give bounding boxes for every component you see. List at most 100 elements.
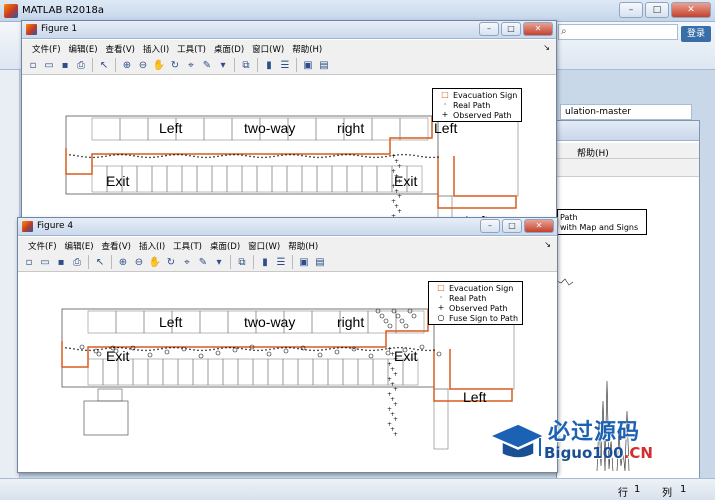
fuse-sign-marker [419, 344, 425, 350]
map-label-exit: Exit [106, 348, 130, 364]
dock-icon[interactable]: ↘ [543, 43, 550, 52]
menu-edit[interactable]: 编辑(E) [61, 237, 98, 253]
new-figure-icon[interactable]: ▫ [22, 255, 36, 269]
menu-desktop[interactable]: 桌面(D) [206, 237, 244, 253]
open-file-icon[interactable]: ▭ [38, 255, 52, 269]
stair-outline [433, 388, 449, 450]
close-button[interactable]: ✕ [671, 2, 711, 18]
dock-icon[interactable]: ↘ [544, 240, 551, 249]
pan-hand-icon[interactable]: ✋ [148, 255, 162, 269]
real-path-point [217, 347, 219, 350]
menu-help[interactable]: 帮助(H) [284, 237, 322, 253]
real-path-point [353, 154, 355, 156]
real-path-point [417, 155, 419, 157]
menu-file[interactable]: 文件(F) [28, 40, 65, 56]
menu-desktop[interactable]: 桌面(D) [210, 40, 248, 56]
data-cursor-icon[interactable]: ⌖ [180, 255, 194, 269]
zoom-out-icon[interactable]: ⊖ [136, 58, 150, 72]
save-icon[interactable]: ▪ [58, 58, 72, 72]
colorbar-icon[interactable]: ▮ [258, 255, 272, 269]
menu-window[interactable]: 窗口(W) [244, 237, 284, 253]
path-tab[interactable]: ulation-master [560, 104, 692, 120]
menu-tools[interactable]: 工具(T) [173, 40, 210, 56]
real-path-point [229, 153, 231, 156]
documentation-search[interactable]: ⌕ [558, 24, 678, 40]
rotate-3d-icon[interactable]: ↻ [168, 58, 182, 72]
room-outline [361, 165, 378, 193]
open-file-icon[interactable]: ▭ [42, 58, 56, 72]
dot-marker-icon: · [443, 100, 447, 109]
legend-entry-evacuation-sign: □ Evacuation Sign [437, 90, 517, 100]
maximize-button[interactable]: □ [502, 219, 522, 233]
toolbar-separator [111, 255, 112, 269]
menu-tools[interactable]: 工具(T) [169, 237, 206, 253]
brush-dropdown-icon[interactable]: ▾ [216, 58, 230, 72]
link-plot-icon[interactable]: ⧉ [239, 58, 253, 72]
menu-view[interactable]: 查看(V) [98, 237, 135, 253]
maximize-button[interactable]: □ [501, 22, 521, 36]
search-icon: ⌕ [561, 26, 567, 37]
real-path-point [85, 349, 87, 352]
menu-insert[interactable]: 插入(I) [139, 40, 173, 56]
menu-view[interactable]: 查看(V) [102, 40, 139, 56]
room-outline [286, 165, 303, 193]
edit-plot-arrow-icon[interactable]: ↖ [93, 255, 107, 269]
minimize-button[interactable]: – [479, 22, 499, 36]
login-button[interactable]: 登录 [681, 26, 711, 42]
link-plot-icon[interactable]: ⧉ [235, 255, 249, 269]
matlab-logo-icon [22, 221, 33, 232]
figure-4-window[interactable]: Figure 4 – □ ✕ 文件(F) 编辑(E) 查看(V) 插入(I) 工… [17, 217, 558, 473]
colorbar-icon[interactable]: ▮ [262, 58, 276, 72]
site-watermark: 必过源码 Biguo100.CN [484, 412, 684, 472]
data-cursor-icon[interactable]: ⌖ [184, 58, 198, 72]
zoom-out-icon[interactable]: ⊖ [132, 255, 146, 269]
minimize-button[interactable]: – [619, 2, 643, 18]
edit-plot-arrow-icon[interactable]: ↖ [97, 58, 111, 72]
menu-edit[interactable]: 编辑(E) [65, 40, 102, 56]
hide-plot-tools-icon[interactable]: ▣ [301, 58, 315, 72]
toolbar-separator [257, 58, 258, 72]
real-path-point [245, 348, 247, 351]
brush-icon[interactable]: ✎ [200, 58, 214, 72]
real-path-point [269, 156, 271, 158]
brush-dropdown-icon[interactable]: ▾ [212, 255, 226, 269]
pan-hand-icon[interactable]: ✋ [152, 58, 166, 72]
fuse-sign-marker [93, 348, 99, 354]
real-path-point [429, 349, 431, 352]
menu-help[interactable]: 帮助(H) [577, 146, 609, 159]
menu-file[interactable]: 文件(F) [24, 237, 61, 253]
show-plot-tools-icon[interactable]: ▤ [317, 58, 331, 72]
rotate-3d-icon[interactable]: ↻ [164, 255, 178, 269]
zoom-in-icon[interactable]: ⊕ [120, 58, 134, 72]
real-path-point [385, 155, 387, 158]
maximize-button[interactable]: □ [645, 2, 669, 18]
brush-icon[interactable]: ✎ [196, 255, 210, 269]
close-button[interactable]: ✕ [523, 22, 553, 36]
real-path-point [293, 153, 295, 156]
print-icon[interactable]: ⎙ [74, 58, 88, 72]
zoom-in-icon[interactable]: ⊕ [116, 255, 130, 269]
real-path-point [121, 153, 123, 156]
real-path-point [73, 154, 75, 157]
room-outline [376, 165, 393, 193]
print-icon[interactable]: ⎙ [70, 255, 84, 269]
close-button[interactable]: ✕ [524, 219, 554, 233]
figure-4-titlebar: Figure 4 – □ ✕ [18, 218, 557, 236]
legend-icon[interactable]: ☰ [278, 58, 292, 72]
figure-1-window[interactable]: Figure 1 – □ ✕ 文件(F) 编辑(E) 查看(V) 插入(I) 工… [21, 20, 557, 224]
menu-help[interactable]: 帮助(H) [288, 40, 326, 56]
menu-insert[interactable]: 插入(I) [135, 237, 169, 253]
minimize-button[interactable]: – [480, 219, 500, 233]
real-path-point [173, 346, 175, 349]
hide-plot-tools-icon[interactable]: ▣ [297, 255, 311, 269]
figure-4-legend: □ Evacuation Sign · Real Path + Observed Pa… [428, 281, 524, 325]
real-path-point [225, 346, 227, 349]
toolbar-separator [115, 58, 116, 72]
save-icon[interactable]: ▪ [54, 255, 68, 269]
real-path-point [301, 154, 303, 157]
new-figure-icon[interactable]: ▫ [26, 58, 40, 72]
menu-window[interactable]: 窗口(W) [248, 40, 288, 56]
legend-icon[interactable]: ☰ [274, 255, 288, 269]
show-plot-tools-icon[interactable]: ▤ [313, 255, 327, 269]
room-outline [331, 165, 348, 193]
